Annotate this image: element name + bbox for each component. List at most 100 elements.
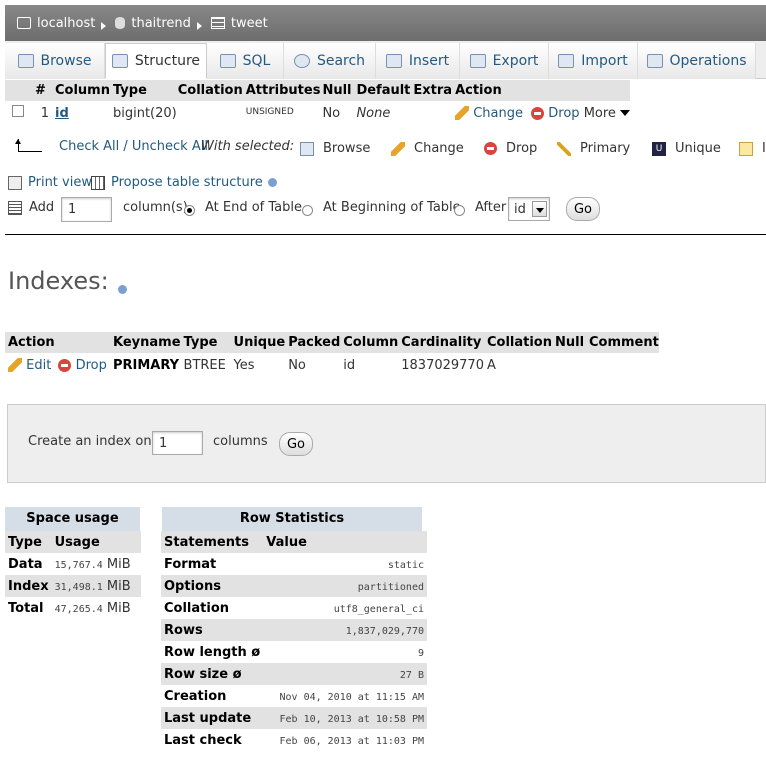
col-header: Column bbox=[340, 332, 399, 353]
add-column-count-input[interactable]: 1 bbox=[61, 197, 112, 222]
browse-icon bbox=[300, 141, 314, 156]
index-icon bbox=[739, 141, 753, 156]
stat-label: Row length ø bbox=[164, 644, 261, 660]
browse-icon bbox=[17, 54, 34, 68]
bulk-primary-button[interactable]: Primary bbox=[557, 141, 630, 156]
tab-search[interactable]: Search bbox=[284, 43, 376, 79]
chevron-down-icon[interactable] bbox=[532, 201, 547, 217]
radio-beginning-of-table[interactable] bbox=[302, 205, 313, 216]
col-header: Packed bbox=[285, 332, 341, 353]
index-null bbox=[552, 353, 586, 377]
breadcrumb-database[interactable]: thaitrend bbox=[131, 16, 191, 31]
index-collation: A bbox=[486, 357, 496, 373]
search-icon bbox=[293, 54, 310, 68]
col-header: Null bbox=[320, 80, 355, 101]
stat-label: Row size ø bbox=[161, 663, 264, 685]
help-icon[interactable] bbox=[267, 178, 277, 187]
beginning-of-table-label: At Beginning of Table bbox=[323, 200, 461, 215]
after-select-value: id bbox=[514, 201, 526, 217]
create-index-count-input[interactable]: 1 bbox=[152, 431, 203, 455]
tab-structure[interactable]: Structure bbox=[105, 43, 207, 79]
create-index-panel: Create an index on 1 columns Go bbox=[7, 404, 766, 483]
radio-after[interactable] bbox=[454, 205, 465, 216]
stat-value: 27 B bbox=[399, 669, 424, 681]
table-icon bbox=[210, 17, 225, 29]
divider bbox=[5, 234, 766, 235]
print-view-link[interactable]: Print view bbox=[8, 175, 92, 190]
key-icon bbox=[557, 141, 571, 156]
table-row: Edit Drop PRIMARY BTREE Yes No id 183702… bbox=[5, 353, 659, 377]
tab-operations[interactable]: Operations bbox=[638, 43, 756, 79]
index-packed: No bbox=[288, 357, 306, 373]
after-column-select[interactable]: id bbox=[508, 197, 550, 221]
pencil-icon bbox=[391, 141, 405, 156]
column-null: No bbox=[322, 105, 341, 121]
space-value: 47,265.4 bbox=[54, 603, 103, 615]
col-header: Statements bbox=[161, 531, 264, 553]
propose-structure-link[interactable]: Propose table structure bbox=[91, 175, 277, 190]
change-link[interactable]: Change bbox=[473, 106, 523, 121]
add-column-icon bbox=[8, 200, 22, 215]
tab-label: Export bbox=[492, 53, 539, 69]
column-default: None bbox=[356, 105, 391, 121]
tab-sql[interactable]: SQL bbox=[207, 43, 284, 79]
pencil-icon bbox=[455, 106, 470, 120]
check-all-link[interactable]: Check All / Uncheck All bbox=[59, 139, 208, 154]
tab-insert[interactable]: Insert bbox=[376, 43, 460, 79]
stat-value: 9 bbox=[417, 647, 424, 659]
row-statistics-table: Statements Value Format static Options par… bbox=[161, 531, 427, 751]
drop-link[interactable]: Drop bbox=[548, 106, 579, 121]
col-header: Type bbox=[109, 80, 177, 101]
tab-label: Search bbox=[316, 53, 366, 69]
tab-browse[interactable]: Browse bbox=[5, 43, 105, 79]
breadcrumb-table[interactable]: tweet bbox=[231, 16, 268, 31]
insert-icon bbox=[385, 54, 402, 68]
tab-label: Import bbox=[581, 53, 628, 69]
unique-icon: U bbox=[652, 141, 666, 156]
tab-import[interactable]: Import bbox=[549, 43, 638, 79]
bulk-browse-button[interactable]: Browse bbox=[300, 141, 370, 156]
col-header: # bbox=[33, 80, 51, 101]
radio-end-of-table[interactable] bbox=[184, 205, 195, 216]
bulk-unique-button[interactable]: U Unique bbox=[652, 141, 721, 156]
bulk-change-button[interactable]: Change bbox=[391, 141, 464, 156]
bulk-drop-button[interactable]: Drop bbox=[484, 141, 537, 156]
stat-value: Feb 10, 2013 at 10:58 PM bbox=[279, 713, 425, 725]
columns-label: column(s) bbox=[123, 200, 188, 215]
structure-icon bbox=[111, 54, 128, 68]
stat-value: Feb 06, 2013 at 11:03 PM bbox=[279, 735, 425, 747]
bulk-drop-label: Drop bbox=[506, 141, 538, 156]
propose-label: Propose table structure bbox=[111, 175, 263, 190]
col-header: Type bbox=[180, 332, 231, 353]
table-row: Index 31,498.1 MiB bbox=[5, 575, 141, 597]
table-row: Collation utf8_general_ci bbox=[161, 597, 427, 619]
create-index-label: Create an index on bbox=[28, 434, 152, 449]
breadcrumb-server[interactable]: localhost bbox=[37, 16, 95, 31]
more-button[interactable]: More bbox=[584, 106, 616, 121]
bulk-index-button[interactable]: I bbox=[739, 141, 766, 156]
space-unit: MiB bbox=[106, 578, 131, 594]
bulk-primary-label: Primary bbox=[580, 141, 631, 156]
end-of-table-label: At End of Table bbox=[205, 200, 303, 215]
table-row: 1 id bigint(20) UNSIGNED No None Change … bbox=[5, 101, 631, 125]
stat-label: Rows bbox=[161, 619, 264, 641]
stat-label: Format bbox=[164, 556, 217, 572]
stat-value: utf8_general_ci bbox=[333, 603, 424, 615]
row-checkbox[interactable] bbox=[12, 105, 24, 117]
tab-label: Browse bbox=[40, 53, 92, 69]
edit-index-link[interactable]: Edit bbox=[26, 358, 51, 373]
tab-export[interactable]: Export bbox=[460, 43, 549, 79]
col-header: Action bbox=[452, 80, 631, 101]
bulk-browse-label: Browse bbox=[323, 141, 371, 156]
col-header: Column bbox=[51, 80, 110, 101]
chevron-down-icon[interactable] bbox=[620, 110, 631, 116]
help-icon[interactable] bbox=[118, 285, 127, 294]
create-index-go-button[interactable]: Go bbox=[279, 432, 313, 456]
index-comment bbox=[586, 353, 659, 377]
tab-bar: Browse Structure SQL Search Insert Expor… bbox=[5, 41, 766, 79]
col-header: Cardinality bbox=[398, 332, 484, 353]
add-column-go-button[interactable]: Go bbox=[566, 197, 600, 221]
space-usage-table: Type Usage Data 15,767.4 MiB Index 31,49… bbox=[5, 531, 141, 619]
column-name[interactable]: id bbox=[51, 101, 110, 125]
drop-index-link[interactable]: Drop bbox=[76, 358, 107, 373]
